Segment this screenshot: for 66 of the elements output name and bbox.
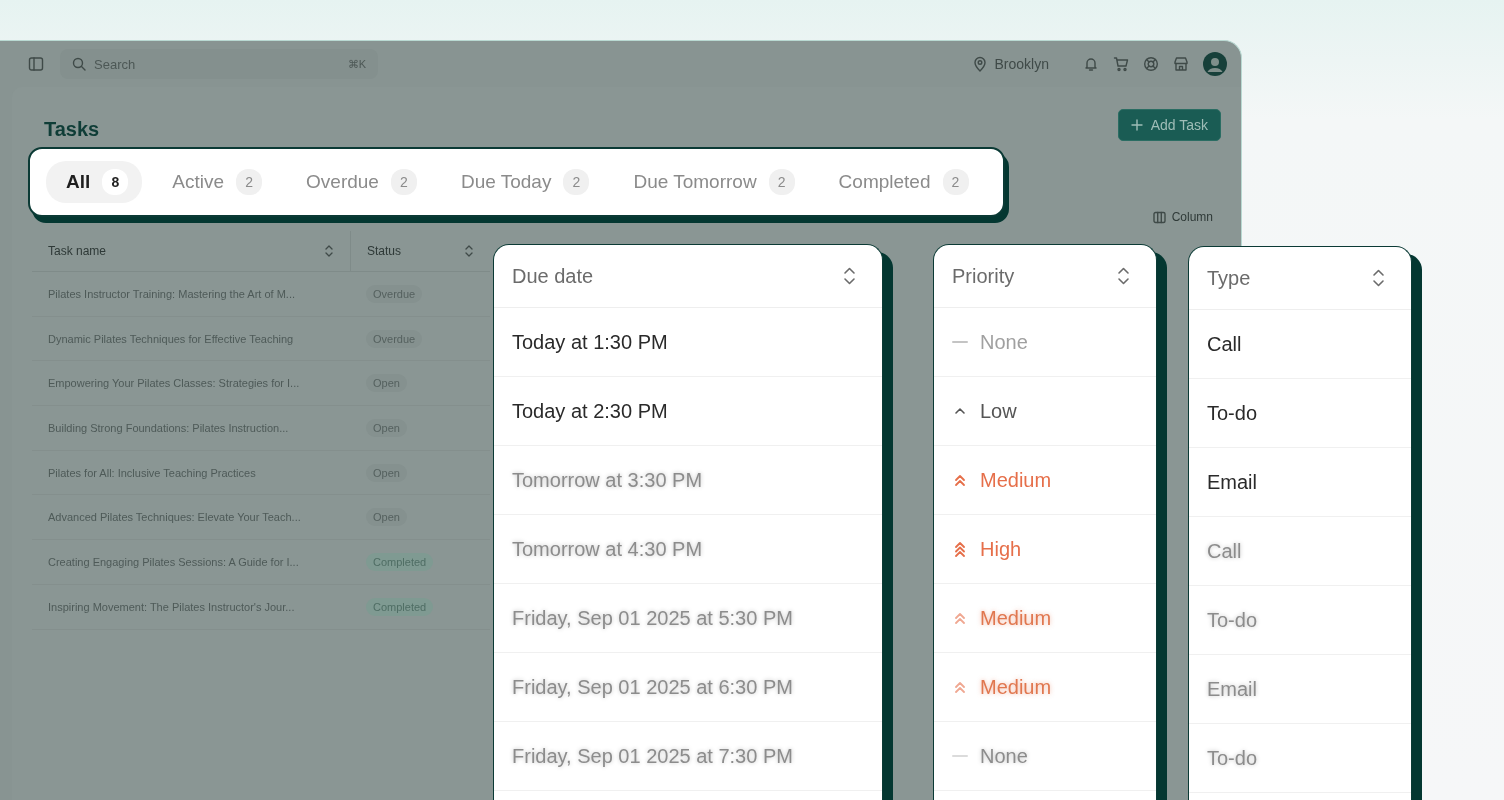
cell-text: Friday, Sep 01 2025 at 6:30 PM xyxy=(512,675,793,699)
search-icon xyxy=(72,57,86,71)
filter-tab[interactable]: Due Tomorrow 2 xyxy=(613,161,809,203)
cell-text: Call xyxy=(1207,332,1242,356)
sort-icon[interactable] xyxy=(843,267,856,285)
lifebuoy-icon[interactable] xyxy=(1143,56,1159,72)
task-name-cell-text: Advanced Pilates Techniques: Elevate Your Teach... xyxy=(47,511,302,524)
task-name-cell-text: Dynamic Pilates Techniques for Effective Teaching xyxy=(47,332,295,345)
count-badge: 2 xyxy=(768,169,795,195)
avatar-icon[interactable] xyxy=(1203,52,1227,76)
cell-text: Tomorrow at 3:30 PM xyxy=(512,468,703,492)
add-task-button[interactable]: Add Task xyxy=(1117,109,1221,141)
count-badge: 2 xyxy=(942,169,969,195)
column-header: Due date xyxy=(512,264,594,288)
cell-text: None xyxy=(980,330,1028,354)
task-name-cell-text: Pilates Instructor Training: Mastering the Art of M... xyxy=(47,287,296,300)
sort-icon[interactable] xyxy=(1117,267,1130,285)
cell-text: Email xyxy=(1207,470,1257,494)
page-title: Tasks xyxy=(44,117,100,141)
filter-tab[interactable]: All 8 xyxy=(46,161,143,203)
cell-text: High xyxy=(980,537,1022,561)
cell-text: Low xyxy=(980,399,1017,423)
filter-tab[interactable]: Completed 2 xyxy=(818,161,983,203)
count-badge: 2 xyxy=(236,169,263,195)
column-header[interactable]: Status xyxy=(350,231,490,271)
store-icon[interactable] xyxy=(1173,56,1189,72)
cell-text: Today at 1:30 PM xyxy=(512,330,668,354)
sort-icon[interactable] xyxy=(1372,269,1385,287)
count-badge: 8 xyxy=(102,169,129,195)
count-badge: 2 xyxy=(390,169,417,195)
task-name-cell-text: Building Strong Foundations: Pilates Instruction... xyxy=(47,421,290,434)
cell-text: To-do xyxy=(1207,746,1258,770)
location-pin-icon xyxy=(972,56,987,72)
column-header[interactable]: Task name xyxy=(32,231,350,271)
cell-text: Friday, Sep 01 2025 at 5:30 PM xyxy=(512,606,793,630)
sidebar-toggle-icon[interactable] xyxy=(28,56,44,72)
cell-text: None xyxy=(980,744,1028,768)
task-name-cell-text: Inspiring Movement: The Pilates Instructor's Jour... xyxy=(47,600,296,613)
cell-text: Medium xyxy=(980,468,1052,492)
cell-text: To-do xyxy=(1207,401,1258,425)
column-header: Priority xyxy=(952,264,1015,288)
column-button[interactable]: Column xyxy=(1146,209,1219,225)
plus-icon xyxy=(1130,119,1143,131)
sort-icon[interactable] xyxy=(324,245,334,257)
cart-icon[interactable] xyxy=(1113,56,1129,72)
cell-text: Today at 2:30 PM xyxy=(512,399,668,423)
location-label[interactable]: Brooklyn xyxy=(994,56,1049,72)
bell-icon[interactable] xyxy=(1083,56,1099,72)
column-header: Type xyxy=(1207,266,1251,290)
cell-text: Medium xyxy=(980,606,1052,630)
cell-text: Email xyxy=(1207,677,1257,701)
sort-icon[interactable] xyxy=(464,245,474,257)
cell-text: To-do xyxy=(1207,608,1258,632)
header-label: Task name xyxy=(48,244,107,258)
cell-text: Tomorrow at 4:30 PM xyxy=(512,537,703,561)
filter-tab[interactable]: Active 2 xyxy=(152,161,277,203)
columns-icon xyxy=(1152,210,1166,224)
cell-text: Medium xyxy=(980,675,1052,699)
task-name-cell-text: Empowering Your Pilates Classes: Strategies for I... xyxy=(47,377,301,390)
task-name-cell-text: Pilates for All: Inclusive Teaching Practices xyxy=(47,466,257,479)
cell-text: Friday, Sep 01 2025 at 7:30 PM xyxy=(512,744,793,768)
cell-text: Call xyxy=(1207,539,1242,563)
header-label: Status xyxy=(367,244,402,258)
filter-tab[interactable]: Due Today 2 xyxy=(440,161,604,203)
filter-tab[interactable]: Overdue 2 xyxy=(286,161,431,203)
count-badge: 2 xyxy=(563,169,590,195)
